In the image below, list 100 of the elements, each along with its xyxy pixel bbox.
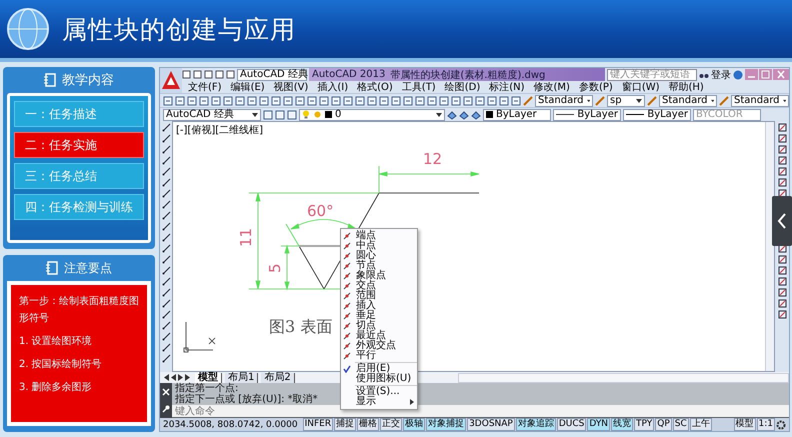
- toolbar-icon[interactable]: [223, 96, 233, 106]
- toolbar-icon[interactable]: [259, 96, 269, 106]
- draw-tool-icon[interactable]: [162, 332, 170, 341]
- style-dropdown[interactable]: sp: [607, 94, 645, 106]
- menu-item[interactable]: 工具(T): [402, 82, 436, 92]
- toolbar-icon[interactable]: [235, 96, 245, 106]
- draw-tool-icon[interactable]: [162, 178, 170, 187]
- toolbar-icon[interactable]: [391, 96, 401, 106]
- context-menu-item[interactable]: 显示: [341, 397, 417, 407]
- layout-tab[interactable]: 布局1: [225, 372, 258, 382]
- draw-tool-icon[interactable]: [162, 343, 170, 352]
- style-icon[interactable]: [523, 96, 533, 106]
- annotation-scale[interactable]: 1:1: [756, 418, 775, 431]
- app-logo-icon[interactable]: [161, 69, 181, 91]
- toolbar-icon[interactable]: [355, 96, 365, 106]
- nav-item[interactable]: 二：任务实施: [14, 132, 144, 158]
- close-icon[interactable]: [162, 388, 170, 396]
- status-toggle[interactable]: 线宽: [611, 418, 634, 431]
- workspace-dropdown[interactable]: AutoCAD 经典: [163, 108, 261, 120]
- toolbar-icon[interactable]: [415, 96, 425, 106]
- viewport-label[interactable]: [-][俯视][二维线框]: [176, 123, 264, 137]
- toolbar-icon[interactable]: [379, 96, 389, 106]
- status-toggle[interactable]: 捕捉: [334, 418, 356, 431]
- menu-item[interactable]: 帮助(H): [668, 82, 704, 92]
- modify-tool-icon[interactable]: [778, 145, 786, 154]
- context-menu-item[interactable]: 使用图标(U): [341, 374, 417, 384]
- draw-tool-icon[interactable]: [162, 299, 170, 308]
- modify-tool-icon[interactable]: [778, 156, 786, 165]
- toolbar-icon[interactable]: [427, 96, 437, 106]
- toolbar-icon[interactable]: [175, 96, 185, 106]
- layer-dropdown[interactable]: 0: [299, 108, 445, 120]
- toolbar-icon[interactable]: [295, 96, 305, 106]
- draw-tool-icon[interactable]: [162, 310, 170, 319]
- workspace-dropdown[interactable]: AutoCAD 经典: [237, 68, 307, 80]
- status-toggle[interactable]: TPY: [634, 418, 654, 431]
- draw-tool-icon[interactable]: [162, 321, 170, 330]
- draw-tool-icon[interactable]: [162, 277, 170, 286]
- draw-tool-icon[interactable]: [162, 255, 170, 264]
- style-icon[interactable]: [647, 96, 657, 106]
- context-menu-item[interactable]: 启用(E): [341, 364, 417, 374]
- context-menu-item[interactable]: 象限点: [341, 271, 417, 281]
- modify-tool-icon[interactable]: [778, 277, 786, 286]
- wrench-icon[interactable]: [162, 405, 170, 414]
- context-menu-item[interactable]: 垂足: [341, 311, 417, 321]
- menu-item[interactable]: 视图(V): [274, 82, 308, 92]
- toolbar-icon[interactable]: [271, 96, 281, 106]
- style-dropdown[interactable]: Standard: [535, 94, 593, 106]
- minimize-icon[interactable]: [745, 69, 758, 80]
- draw-tool-icon[interactable]: [162, 134, 170, 143]
- toolbar-icon[interactable]: [499, 96, 509, 106]
- modify-tool-icon[interactable]: [778, 310, 786, 319]
- collapse-tab-icon[interactable]: [772, 196, 792, 246]
- draw-tool-icon[interactable]: [162, 354, 170, 363]
- model-button[interactable]: 模型: [734, 418, 756, 431]
- status-toggle[interactable]: 极轴: [403, 418, 426, 431]
- draw-tool-icon[interactable]: [162, 211, 170, 220]
- toolbar-icon[interactable]: [187, 96, 197, 106]
- status-toggle[interactable]: 栅格: [357, 418, 380, 431]
- toolbar-icon[interactable]: [247, 96, 257, 106]
- toolbar-icon[interactable]: [511, 96, 521, 106]
- toolbar-icon[interactable]: [283, 96, 293, 106]
- toolbar-icon[interactable]: [331, 96, 341, 106]
- context-menu-item[interactable]: 插入: [341, 301, 417, 311]
- context-menu-item[interactable]: 交点: [341, 281, 417, 291]
- status-toggle[interactable]: DYN: [587, 418, 610, 431]
- status-toggle[interactable]: 对象捕捉: [426, 418, 466, 431]
- login-link[interactable]: 登录: [711, 68, 731, 82]
- layout-tab[interactable]: 模型: [195, 372, 222, 382]
- context-menu-item[interactable]: 范围: [341, 291, 417, 301]
- menu-item[interactable]: 修改(M): [534, 82, 570, 92]
- style-dropdown[interactable]: Standard: [731, 94, 789, 106]
- menu-item[interactable]: 文件(F): [188, 82, 222, 92]
- style-dropdown[interactable]: Standard: [659, 94, 717, 106]
- menu-item[interactable]: 窗口(W): [622, 82, 660, 92]
- menu-item[interactable]: 标注(N): [489, 82, 525, 92]
- draw-tool-icon[interactable]: [162, 156, 170, 165]
- modify-tool-icon[interactable]: [778, 123, 786, 132]
- color-dropdown[interactable]: ByLayer: [483, 108, 551, 120]
- toolbar-icon[interactable]: [439, 96, 449, 106]
- toolbar-icon[interactable]: [319, 96, 329, 106]
- status-toggle[interactable]: 正交: [380, 418, 402, 431]
- draw-tool-icon[interactable]: [162, 189, 170, 198]
- modify-tool-icon[interactable]: [778, 299, 786, 308]
- status-toggle[interactable]: 上午: [690, 418, 712, 431]
- toolbar-icon[interactable]: [487, 96, 497, 106]
- menu-item[interactable]: 参数(P): [578, 82, 613, 92]
- toolbar-icon[interactable]: [163, 96, 173, 106]
- tab-navigation-icon[interactable]: [164, 374, 192, 381]
- toolbar-icon[interactable]: [199, 96, 209, 106]
- menu-item[interactable]: 格式(O): [357, 82, 393, 92]
- status-toggle[interactable]: 对象追踪: [516, 418, 556, 431]
- style-icon[interactable]: [595, 96, 605, 106]
- status-toggle[interactable]: 3DOSNAP: [467, 418, 515, 431]
- status-toggle[interactable]: INFER: [302, 418, 334, 431]
- context-menu-item[interactable]: 端点: [341, 231, 417, 241]
- modify-tool-icon[interactable]: [778, 288, 786, 297]
- toolbar-icon[interactable]: [367, 96, 377, 106]
- modify-tool-icon[interactable]: [778, 167, 786, 176]
- draw-tool-icon[interactable]: [162, 266, 170, 275]
- context-menu-item[interactable]: 节点: [341, 261, 417, 271]
